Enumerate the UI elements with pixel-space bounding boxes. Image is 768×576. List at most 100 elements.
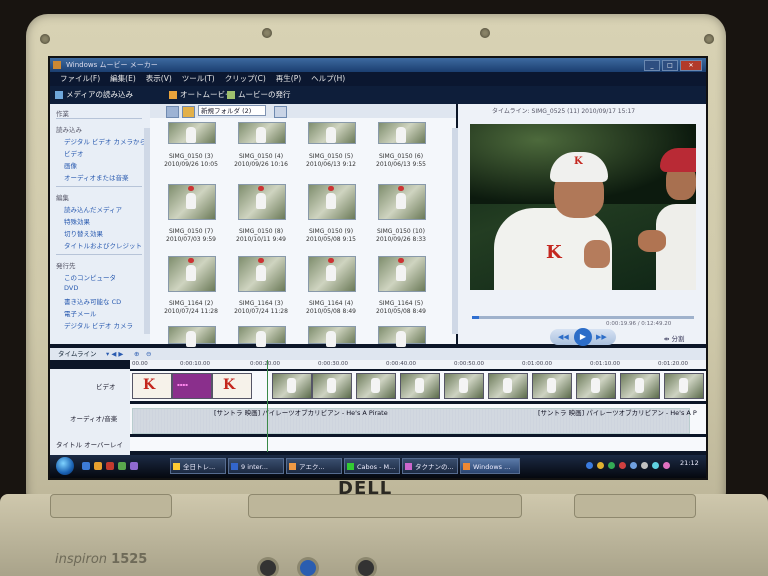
playback-indicator[interactable] xyxy=(267,360,268,452)
import-audio-link[interactable]: オーディオまたは音楽 xyxy=(64,172,129,182)
quick-launch-icon[interactable] xyxy=(118,462,126,470)
menu-tools[interactable]: ツール(T) xyxy=(182,72,215,86)
timeline-clip[interactable] xyxy=(620,373,660,399)
network-icon[interactable] xyxy=(630,462,637,469)
title-overlay-track[interactable] xyxy=(130,437,706,451)
timeline-clip[interactable]: ▪▪▪▪ xyxy=(172,373,212,399)
taskbar-button[interactable]: 9 inter... xyxy=(228,458,284,474)
menu-file[interactable]: ファイル(F) xyxy=(60,72,100,86)
media-button[interactable] xyxy=(358,560,374,576)
publish-computer-link[interactable]: このコンピュータ xyxy=(64,272,116,282)
maximize-button[interactable]: □ xyxy=(662,60,678,71)
timeline-clip[interactable] xyxy=(400,373,440,399)
quick-launch-icon[interactable] xyxy=(130,462,138,470)
volume-icon[interactable] xyxy=(641,462,648,469)
timeline-clip[interactable] xyxy=(272,373,312,399)
show-desktop-icon[interactable] xyxy=(82,462,90,470)
timeline-dropdown-icon[interactable]: ▾ ◀ ▶ xyxy=(106,348,123,360)
import-video-link[interactable]: ビデオ xyxy=(64,148,84,158)
timeline-clip[interactable] xyxy=(532,373,572,399)
quick-launch-icon[interactable] xyxy=(106,462,114,470)
clip-thumbnail[interactable] xyxy=(308,326,356,347)
imported-media-link[interactable]: 読み込んだメディア xyxy=(64,204,122,214)
clock[interactable]: 21:12 xyxy=(680,459,699,467)
next-frame-icon[interactable]: ▶▶ xyxy=(596,333,607,341)
titles-credits-link[interactable]: タイトルおよびクレジット xyxy=(64,240,142,250)
collections-toggle-icon[interactable] xyxy=(166,106,179,118)
timeline-clip[interactable]: K xyxy=(132,373,172,399)
timeline-clip[interactable] xyxy=(312,373,352,399)
language-icon[interactable] xyxy=(586,462,593,469)
timeline-clip[interactable] xyxy=(356,373,396,399)
video-track-label[interactable]: ビデオ xyxy=(96,381,116,391)
play-button[interactable]: ▶ xyxy=(574,328,592,346)
clip-thumbnail[interactable] xyxy=(168,184,216,220)
effects-link[interactable]: 特殊効果 xyxy=(64,216,90,226)
publish-dv-camera-link[interactable]: デジタル ビデオ カメラ xyxy=(64,320,133,330)
video-track[interactable]: K ▪▪▪▪ K xyxy=(130,371,706,401)
clip-thumbnail[interactable] xyxy=(168,256,216,292)
import-section-header[interactable]: 読み込み xyxy=(56,124,82,134)
folder-up-icon[interactable] xyxy=(182,106,195,118)
publish-dvd-link[interactable]: DVD xyxy=(64,284,78,292)
clip-thumbnail[interactable] xyxy=(308,256,356,292)
zoom-out-icon[interactable]: ⊖ xyxy=(146,348,151,360)
publish-email-link[interactable]: 電子メール xyxy=(64,308,97,318)
zoom-in-icon[interactable]: ⊕ xyxy=(134,348,139,360)
media-button[interactable] xyxy=(300,560,316,576)
tray-icon[interactable] xyxy=(608,462,615,469)
power-button[interactable] xyxy=(260,560,276,576)
collection-folder-select[interactable]: 新規フォルダ (2) xyxy=(198,105,266,116)
split-button[interactable]: ⇹ 分割 xyxy=(664,333,685,343)
timeline-clip[interactable]: K xyxy=(212,373,252,399)
clip-thumbnail[interactable] xyxy=(378,184,426,220)
clip-thumbnail[interactable] xyxy=(238,256,286,292)
menu-help[interactable]: ヘルプ(H) xyxy=(311,72,345,86)
timeline-ruler[interactable]: 00.00 0:00:10.00 0:00:20.00 0:00:30.00 0… xyxy=(130,360,706,369)
menu-clip[interactable]: クリップ(C) xyxy=(225,72,266,86)
tray-icon[interactable] xyxy=(652,462,659,469)
edit-section-header[interactable]: 編集 xyxy=(56,192,69,202)
taskbar-button[interactable]: タクナンの... xyxy=(402,458,458,474)
clip-thumbnail[interactable] xyxy=(378,122,426,144)
timeline-clip[interactable] xyxy=(664,373,704,399)
tray-icon[interactable] xyxy=(597,462,604,469)
taskbar-button-active[interactable]: Windows ... xyxy=(460,458,520,474)
publish-cd-link[interactable]: 書き込み可能な CD xyxy=(64,296,121,306)
timeline-clip[interactable] xyxy=(488,373,528,399)
clip-thumbnail[interactable] xyxy=(308,122,356,144)
previous-frame-icon[interactable]: ◀◀ xyxy=(558,333,569,341)
clip-thumbnail[interactable] xyxy=(378,256,426,292)
clip-thumbnail[interactable] xyxy=(168,326,216,347)
taskbar-button[interactable]: 全日トレ... xyxy=(170,458,226,474)
timeline-clip[interactable] xyxy=(444,373,484,399)
clip-thumbnail[interactable] xyxy=(238,184,286,220)
title-overlay-track-label[interactable]: タイトル オーバーレイ xyxy=(56,439,123,449)
menu-edit[interactable]: 編集(E) xyxy=(110,72,136,86)
publish-section-header[interactable]: 発行先 xyxy=(56,260,76,270)
clip-thumbnail[interactable] xyxy=(238,326,286,347)
quick-launch-icon[interactable] xyxy=(94,462,102,470)
transitions-link[interactable]: 切り替え効果 xyxy=(64,228,103,238)
publish-movie-button[interactable]: ムービーの発行 xyxy=(238,86,291,104)
automovie-button[interactable]: オートムービー xyxy=(180,86,233,104)
audio-track-label[interactable]: オーディオ/音楽 xyxy=(70,413,117,423)
clip-thumbnail[interactable] xyxy=(308,184,356,220)
import-from-camera-link[interactable]: デジタル ビデオ カメラから xyxy=(64,136,146,146)
close-button[interactable]: ✕ xyxy=(680,60,702,71)
taskbar-button[interactable]: Cabos - M... xyxy=(344,458,400,474)
menu-view[interactable]: 表示(V) xyxy=(146,72,172,86)
tray-icon[interactable] xyxy=(619,462,626,469)
menu-play[interactable]: 再生(P) xyxy=(276,72,301,86)
clip-thumbnail[interactable] xyxy=(238,122,286,144)
start-button[interactable] xyxy=(56,457,74,475)
view-options-icon[interactable] xyxy=(274,106,287,118)
tray-icon[interactable] xyxy=(663,462,670,469)
seek-bar[interactable] xyxy=(472,316,694,319)
clip-thumbnail[interactable] xyxy=(168,122,216,144)
clip-thumbnail[interactable] xyxy=(378,326,426,347)
minimize-button[interactable]: _ xyxy=(644,60,660,71)
import-media-button[interactable]: メディアの読み込み xyxy=(66,86,133,104)
import-picture-link[interactable]: 画像 xyxy=(64,160,77,170)
timeline-toggle[interactable]: タイムライン xyxy=(58,348,97,360)
